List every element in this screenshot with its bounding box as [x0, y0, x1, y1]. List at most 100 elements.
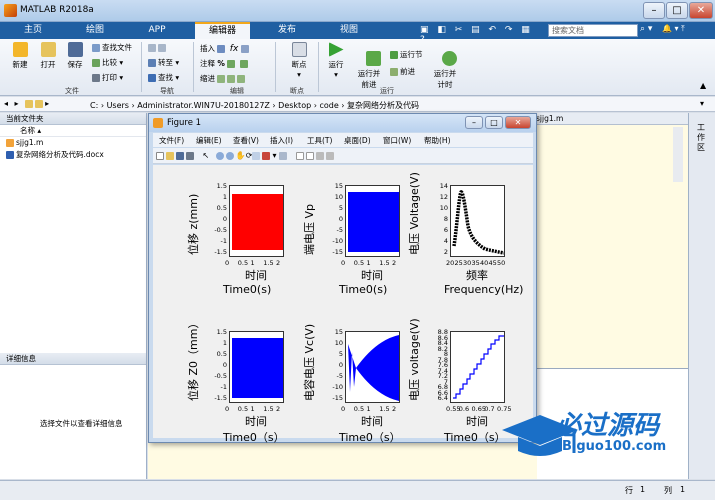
- tab-plots[interactable]: 绘图: [70, 22, 120, 39]
- plot-displacement-z[interactable]: [229, 185, 284, 257]
- x-tick-label: 0.5: [353, 259, 365, 267]
- nav-arrows[interactable]: [148, 43, 168, 52]
- current-path[interactable]: C: › Users › Administrator.WIN7U-2018012…: [90, 100, 419, 111]
- brush-icon: [262, 151, 271, 160]
- tab-view[interactable]: 视图: [324, 22, 374, 39]
- menu-desktop[interactable]: 桌面(D): [344, 135, 371, 146]
- app-title: MATLAB R2018a: [20, 5, 94, 15]
- group-label-file: 文件: [65, 87, 79, 95]
- find-files-button[interactable]: 查找文件: [92, 42, 132, 53]
- x-tick-label: 1.5: [263, 259, 274, 267]
- watermark-title: 必过源码: [555, 411, 660, 441]
- plot-capacitor-voltage[interactable]: [345, 331, 400, 403]
- divider: [193, 42, 194, 92]
- column-header-name[interactable]: 名称 ▴: [0, 125, 146, 137]
- x-axis-title: 频率: [466, 269, 488, 282]
- close-button[interactable]: ✕: [689, 2, 713, 19]
- menu-view[interactable]: 查看(V): [233, 135, 259, 146]
- figure-minimize-button[interactable]: –: [465, 116, 483, 129]
- insert-button[interactable]: 插入 fx: [200, 43, 251, 54]
- run-button[interactable]: 运行 ▾: [324, 42, 348, 79]
- tab-apps[interactable]: APP: [132, 22, 182, 39]
- advance-icon: [390, 68, 398, 76]
- y-tick-label: 1.5: [216, 182, 227, 190]
- menu-tools[interactable]: 工具(T): [307, 135, 332, 146]
- y-tick-label: 10: [334, 339, 343, 347]
- colorbar-icon: [295, 151, 304, 160]
- search-input[interactable]: 搜索文档: [548, 24, 638, 37]
- x-tick-label: 1: [250, 259, 255, 267]
- menu-file[interactable]: 文件(F): [159, 135, 184, 146]
- path-dropdown-icon[interactable]: ▾: [700, 99, 704, 108]
- goto-button[interactable]: 转至 ▾: [148, 57, 179, 68]
- y-tick-label: -15: [332, 394, 343, 402]
- y-tick-label: 15: [334, 182, 343, 190]
- toolbar-icons[interactable]: ↖ ✋⟳ ▾: [156, 151, 336, 160]
- tab-home[interactable]: 主页: [8, 22, 58, 39]
- details-header: 详细信息: [0, 353, 146, 365]
- plot-voltage-vp[interactable]: [345, 185, 400, 257]
- show-plot-tools-icon: [325, 151, 334, 160]
- editor-tab[interactable]: sjjg1.m: [533, 113, 688, 125]
- plot-displacement-z0[interactable]: [229, 331, 284, 403]
- tab-publish[interactable]: 发布: [262, 22, 312, 39]
- y-tick-label: -1: [220, 237, 227, 245]
- x-tick-label: 0.7: [484, 405, 495, 413]
- menu-insert[interactable]: 插入(I): [270, 135, 293, 146]
- editor-scrollbar[interactable]: [673, 127, 683, 182]
- x-tick-label: 45: [488, 259, 497, 267]
- figure-close-button[interactable]: ✕: [505, 116, 531, 129]
- y-tick-label: 8: [443, 215, 448, 223]
- advance-button[interactable]: 前进: [390, 66, 415, 77]
- menu-edit[interactable]: 编辑(E): [196, 135, 222, 146]
- x-axis-title: 时间: [245, 269, 267, 282]
- tab-editor[interactable]: 编辑器: [195, 22, 250, 39]
- find-button[interactable]: 查找 ▾: [148, 72, 179, 83]
- breakpoint-icon: [291, 42, 307, 57]
- quick-access-toolbar[interactable]: ▣ ◧ ✂ ▤ ↶ ↷ ▦ ?: [420, 25, 540, 45]
- breakpoints-button[interactable]: 断点 ▾: [284, 42, 314, 79]
- plot-voltage-step[interactable]: [450, 331, 505, 403]
- file-list-item[interactable]: sjjg1.m: [0, 137, 146, 149]
- save-icon: [67, 42, 83, 57]
- zoom-out-icon: [225, 151, 234, 160]
- indent-button[interactable]: 缩进: [200, 73, 247, 84]
- menu-help[interactable]: 帮助(H): [424, 135, 451, 146]
- nav-buttons[interactable]: ◂ ▸ ▸: [4, 99, 51, 108]
- maximize-button[interactable]: □: [666, 2, 688, 19]
- x-axis-subtitle: Time0（s）: [339, 431, 401, 444]
- compare-button[interactable]: 比较 ▾: [92, 57, 123, 68]
- run-section-button[interactable]: 运行节: [390, 49, 423, 60]
- figure-window[interactable]: Figure 1 – □ ✕ 文件(F) 编辑(E) 查看(V) 插入(I) 工…: [148, 113, 537, 444]
- file-list-item[interactable]: 复杂网络分析及代码.docx: [0, 149, 146, 161]
- figure-canvas[interactable]: 1.5 1 0.5 0 -0.5 -1 -1.5 0 0.5 1 1.5 2 位移 z(mm) 时间 Tim…: [153, 165, 533, 444]
- open-button[interactable]: 打开: [36, 42, 60, 70]
- run-and-time-button[interactable]: 运行并 计时: [430, 42, 460, 99]
- word-file-icon: [6, 151, 14, 159]
- x-tick-label: 1: [250, 405, 255, 413]
- save-button[interactable]: 保存: [63, 42, 87, 70]
- data-cursor-icon: [252, 151, 261, 160]
- menu-window[interactable]: 窗口(W): [383, 135, 411, 146]
- y-tick-label: 1.5: [216, 328, 227, 336]
- comment-button[interactable]: 注释 %: [200, 58, 250, 69]
- new-button[interactable]: 新建: [8, 42, 32, 70]
- divider: [141, 42, 142, 92]
- print-button[interactable]: 打印 ▾: [92, 72, 123, 83]
- y-tick-label: -1: [220, 383, 227, 391]
- notification-icon[interactable]: 🔔 ▾ ⤒: [662, 24, 685, 34]
- y-axis-label: 位移 z(mm): [187, 193, 200, 255]
- figure-maximize-button[interactable]: □: [485, 116, 503, 129]
- plot-voltage-frequency[interactable]: [450, 185, 505, 257]
- y-tick-label: 10: [334, 193, 343, 201]
- search-icon[interactable]: ⌕ ▾: [640, 24, 652, 34]
- status-col-label: 列: [664, 486, 672, 495]
- status-col-value: 1: [680, 485, 686, 494]
- minimize-button[interactable]: –: [643, 2, 665, 19]
- y-tick-label: 6: [443, 226, 448, 234]
- y-tick-label: -1.5: [214, 248, 227, 256]
- group-label-edit: 编辑: [230, 87, 244, 95]
- compare-icon: [92, 59, 100, 67]
- collapse-ribbon-icon[interactable]: ▲: [700, 81, 706, 90]
- x-tick-label: 0: [341, 405, 346, 413]
